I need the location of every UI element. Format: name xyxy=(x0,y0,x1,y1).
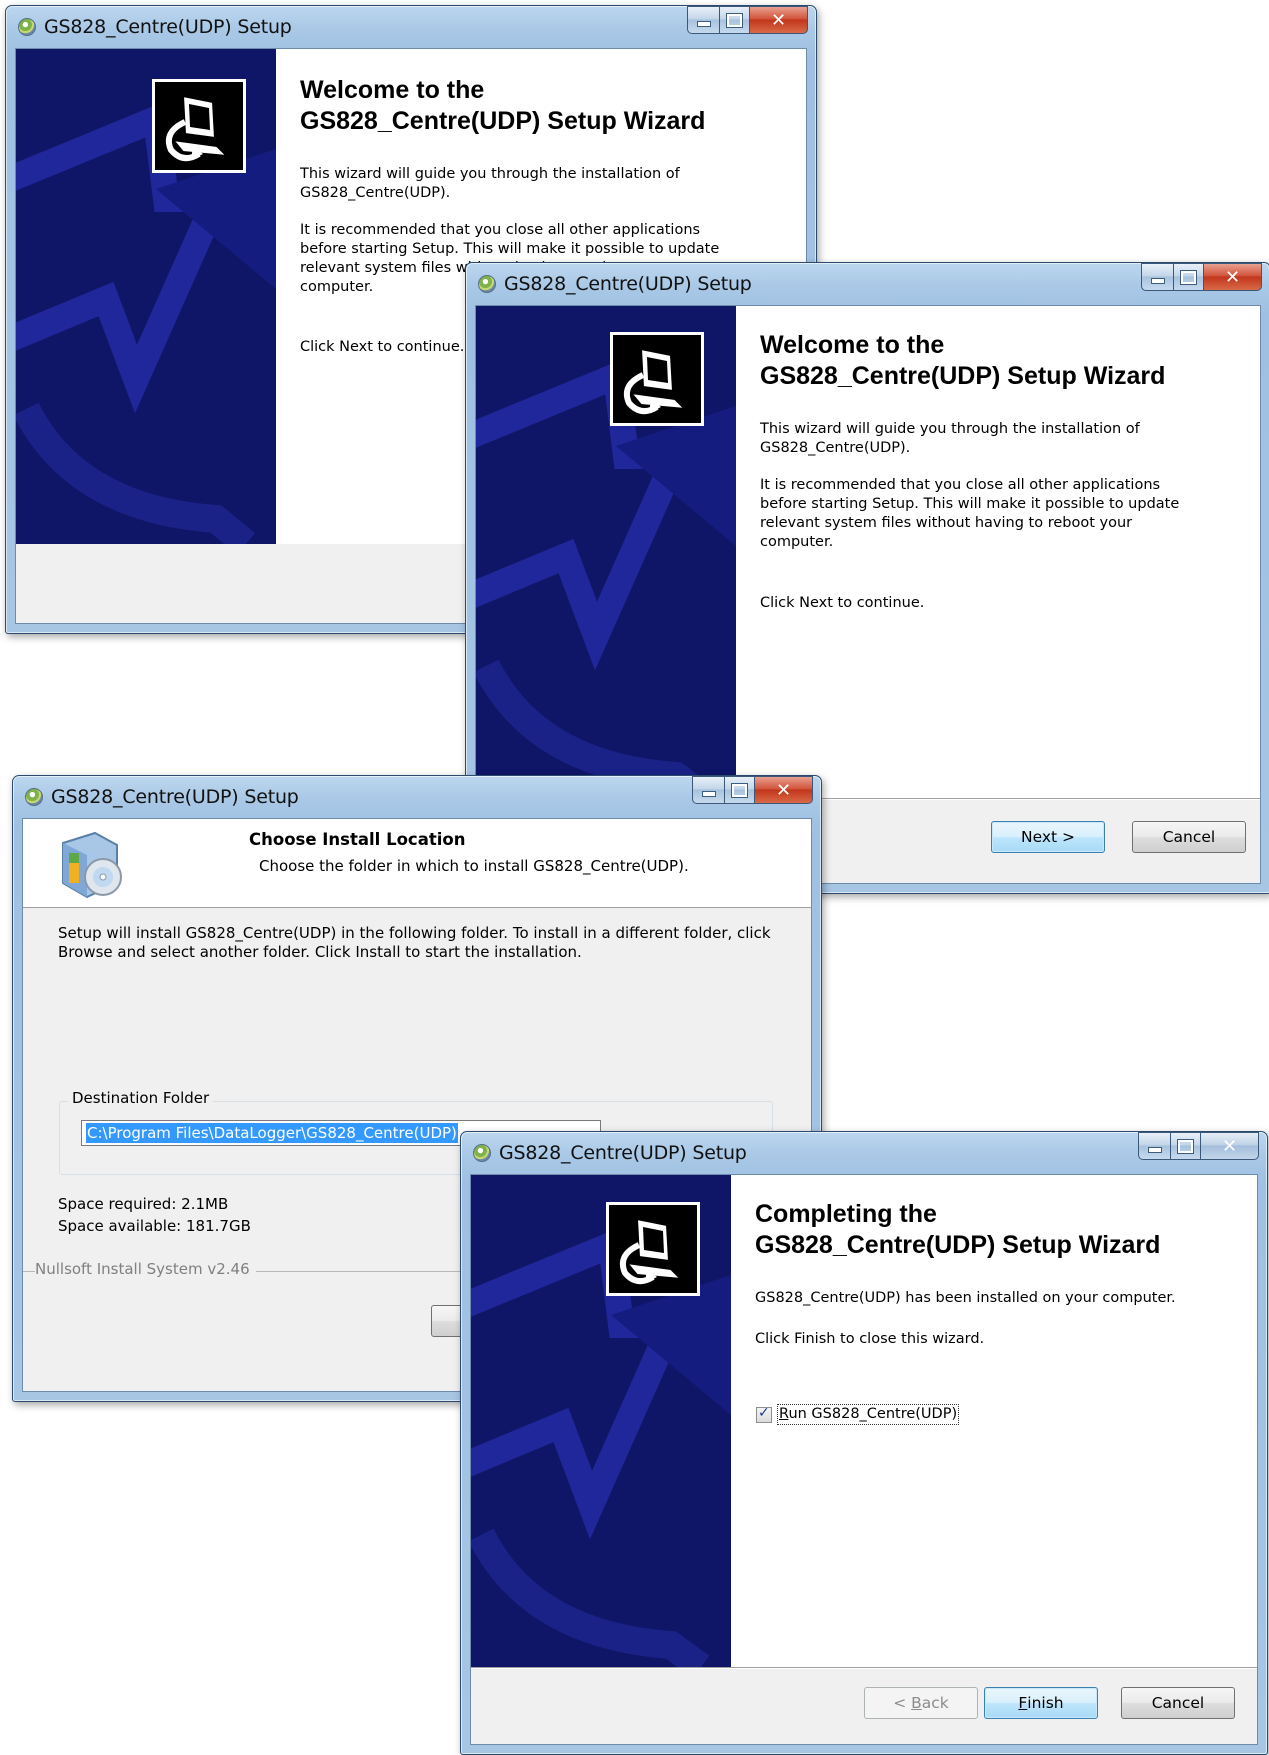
maximize-icon xyxy=(1177,1138,1194,1154)
maximize-button[interactable] xyxy=(1174,263,1204,291)
installer-app-icon xyxy=(25,788,43,806)
close-button[interactable]: ✕ xyxy=(1204,263,1262,291)
installer-logo xyxy=(152,79,246,173)
destination-folder-label: Destination Folder xyxy=(68,1089,214,1107)
close-instruction: Click Finish to close this wizard. xyxy=(755,1331,985,1347)
checkmark-icon: ✓ xyxy=(758,1405,770,1421)
close-button[interactable]: ✕ xyxy=(1201,1132,1259,1160)
recommendation-paragraph: It is recommended that you close all oth… xyxy=(760,477,1180,550)
maximize-icon xyxy=(726,12,743,28)
welcome-heading: Welcome to the GS828_Centre(UDP) Setup W… xyxy=(300,75,800,137)
installer-logo xyxy=(606,1202,700,1296)
nsis-branding: Nullsoft Install System v2.46 xyxy=(35,1260,256,1278)
continue-paragraph: Click Next to continue. xyxy=(760,595,925,611)
welcome-content-panel: Welcome to the GS828_Centre(UDP) Setup W… xyxy=(736,306,1260,798)
next-button[interactable]: Next > xyxy=(991,821,1105,853)
installer-logo xyxy=(610,332,704,426)
heading-line-2: GS828_Centre(UDP) Setup Wizard xyxy=(760,362,1166,390)
close-button[interactable]: ✕ xyxy=(755,776,813,804)
space-available: Space available: 181.7GB xyxy=(58,1217,251,1235)
installed-message: GS828_Centre(UDP) has been installed on … xyxy=(755,1290,1176,1306)
window-title: GS828_Centre(UDP) Setup xyxy=(51,786,299,808)
computer-install-icon xyxy=(613,335,701,423)
maximize-button[interactable] xyxy=(725,776,755,804)
maximize-button[interactable] xyxy=(1171,1132,1201,1160)
intro-paragraph: This wizard will guide you through the i… xyxy=(300,166,680,201)
setup-window-finish: GS828_Centre(UDP) Setup ✕ Completing the… xyxy=(460,1131,1268,1755)
minimize-button[interactable] xyxy=(1141,263,1174,291)
wizard-sidebar-banner xyxy=(476,306,736,798)
cancel-button[interactable]: Cancel xyxy=(1132,821,1246,853)
space-required: Space required: 2.1MB xyxy=(58,1195,229,1213)
title-bar[interactable]: GS828_Centre(UDP) Setup ✕ xyxy=(6,6,816,48)
close-icon: ✕ xyxy=(775,779,792,801)
heading-line-2: GS828_Centre(UDP) Setup Wizard xyxy=(755,1231,1161,1259)
wizard-sidebar-banner xyxy=(16,49,276,544)
window-title: GS828_Centre(UDP) Setup xyxy=(504,273,752,295)
window-title: GS828_Centre(UDP) Setup xyxy=(44,16,292,38)
minimize-button[interactable] xyxy=(692,776,725,804)
window-title: GS828_Centre(UDP) Setup xyxy=(499,1142,747,1164)
heading-line-1: Welcome to the xyxy=(300,76,485,104)
intro-paragraph: This wizard will guide you through the i… xyxy=(760,421,1140,456)
back-text: ack xyxy=(921,1694,949,1712)
destination-path-value: C:\Program Files\DataLogger\GS828_Centre… xyxy=(86,1123,458,1143)
installer-app-icon xyxy=(473,1144,491,1162)
minimize-icon xyxy=(701,791,716,797)
run-app-label[interactable]: Run GS828_Centre(UDP) xyxy=(776,1404,960,1425)
install-package-icon xyxy=(62,831,122,899)
title-bar[interactable]: GS828_Centre(UDP) Setup ✕ xyxy=(461,1132,1267,1174)
maximize-button[interactable] xyxy=(720,6,750,34)
footer-separator xyxy=(471,1667,1257,1669)
page-header-subtitle: Choose the folder in which to install GS… xyxy=(259,857,689,875)
finish-heading: Completing the GS828_Centre(UDP) Setup W… xyxy=(755,1199,1255,1261)
minimize-icon xyxy=(696,21,711,27)
run-app-checkbox[interactable]: ✓ xyxy=(756,1405,772,1423)
close-button[interactable]: ✕ xyxy=(750,6,808,34)
installer-app-icon xyxy=(18,18,36,36)
page-header: Choose Install Location Choose the folde… xyxy=(23,819,811,908)
heading-line-2: GS828_Centre(UDP) Setup Wizard xyxy=(300,107,706,135)
minimize-icon xyxy=(1147,1147,1162,1153)
finish-text: inish xyxy=(1027,1694,1064,1712)
wizard-client-area: Completing the GS828_Centre(UDP) Setup W… xyxy=(470,1174,1258,1745)
close-icon: ✕ xyxy=(770,9,787,31)
computer-install-icon xyxy=(609,1205,697,1293)
maximize-icon xyxy=(731,782,748,798)
heading-line-1: Welcome to the xyxy=(760,331,945,359)
page-header-title: Choose Install Location xyxy=(249,830,466,849)
maximize-icon xyxy=(1180,269,1197,285)
computer-install-icon xyxy=(155,82,243,170)
title-bar[interactable]: GS828_Centre(UDP) Setup ✕ xyxy=(13,776,821,818)
finish-button[interactable]: Finish xyxy=(984,1687,1098,1719)
close-icon: ✕ xyxy=(1221,1135,1238,1157)
heading-line-1: Completing the xyxy=(755,1200,937,1228)
back-prefix: < xyxy=(893,1694,912,1712)
installer-app-icon xyxy=(478,275,496,293)
minimize-button[interactable] xyxy=(1138,1132,1171,1160)
cancel-button[interactable]: Cancel xyxy=(1121,1687,1235,1719)
minimize-icon xyxy=(1150,278,1165,284)
close-icon: ✕ xyxy=(1224,266,1241,288)
finish-accelerator: F xyxy=(1018,1694,1028,1712)
install-description: Setup will install GS828_Centre(UDP) in … xyxy=(58,924,771,961)
back-accelerator: B xyxy=(911,1694,922,1712)
finish-content-panel: Completing the GS828_Centre(UDP) Setup W… xyxy=(731,1175,1257,1667)
run-label-text: un GS828_Centre(UDP) xyxy=(788,1406,958,1422)
welcome-heading: Welcome to the GS828_Centre(UDP) Setup W… xyxy=(760,330,1260,392)
wizard-sidebar-banner xyxy=(471,1175,731,1667)
title-bar[interactable]: GS828_Centre(UDP) Setup ✕ xyxy=(466,263,1269,305)
minimize-button[interactable] xyxy=(687,6,720,34)
back-button: < Back xyxy=(864,1687,978,1719)
